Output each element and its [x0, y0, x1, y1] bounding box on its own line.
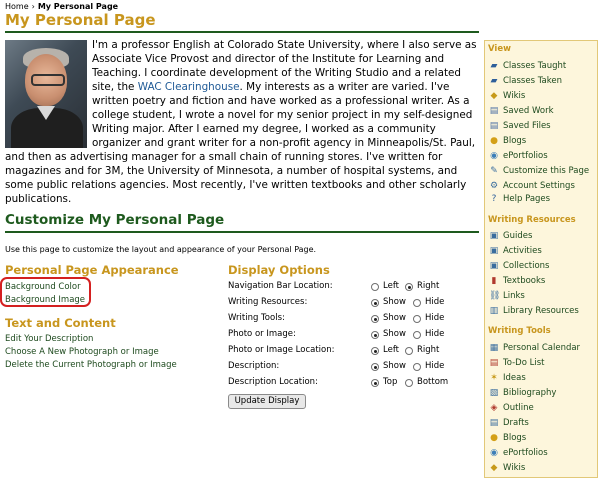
library-icon: ▥	[489, 306, 499, 316]
customize-divider	[5, 231, 479, 233]
writing-resources-hide-label: Hide	[425, 297, 445, 307]
photo-hide-radio[interactable]	[413, 331, 421, 339]
nav-right-radio[interactable]	[405, 283, 413, 291]
description-hide-radio[interactable]	[413, 363, 421, 371]
activity-icon: ▣	[489, 246, 499, 256]
description-top-radio[interactable]	[371, 379, 379, 387]
description-hide-label: Hide	[425, 361, 445, 371]
description-show-label: Show	[383, 361, 406, 371]
class-icon: ▰	[490, 61, 498, 71]
writing-tools-show-label: Show	[383, 313, 406, 323]
draft-icon: ▤	[489, 418, 499, 428]
nav-bar-location-label: Navigation Bar Location:	[228, 281, 333, 291]
nav-left-label: Left	[383, 281, 399, 291]
update-display-button[interactable]: Update Display	[228, 394, 306, 409]
photo-left-radio[interactable]	[371, 347, 379, 355]
writing-resources-label: Writing Resources:	[228, 297, 308, 307]
sidebar-heading-writing-resources: Writing Resources	[488, 215, 576, 225]
writing-tools-label: Writing Tools:	[228, 313, 285, 323]
textbook-icon: ▮	[491, 276, 497, 286]
writing-resources-show-radio[interactable]	[371, 299, 379, 307]
saved-files-icon: ▤	[489, 121, 499, 131]
description-bottom-radio[interactable]	[405, 379, 413, 387]
choose-photo-link[interactable]: Choose A New Photograph or Image	[5, 347, 159, 358]
wiki-icon: ◆	[490, 91, 498, 101]
writing-tools-hide-radio[interactable]	[413, 315, 421, 323]
title-divider	[5, 31, 479, 33]
nav-left-radio[interactable]	[371, 283, 379, 291]
blog-icon: ●	[490, 136, 498, 146]
highlight-annotation	[0, 277, 91, 307]
bibliography-icon: ▧	[489, 388, 499, 398]
photo-hide-label: Hide	[425, 329, 445, 339]
eportfolio-icon: ◉	[490, 448, 498, 458]
help-icon: ?	[491, 194, 497, 204]
outline-icon: ◈	[490, 403, 498, 413]
description-location-label: Description Location:	[228, 377, 318, 387]
nav-right-label: Right	[417, 281, 440, 291]
delete-photo-link[interactable]: Delete the Current Photograph or Image	[5, 360, 177, 371]
display-options-heading: Display Options	[228, 263, 330, 277]
todo-icon: ▤	[489, 358, 499, 368]
wiki-icon: ◆	[490, 463, 498, 473]
description-label: Description:	[228, 361, 280, 371]
customize-icon: ✎	[490, 166, 498, 176]
link-icon: ⛓	[489, 291, 501, 301]
settings-icon: ⚙	[489, 181, 499, 191]
page-title: My Personal Page	[5, 11, 156, 29]
sidebar-heading-writing-tools: Writing Tools	[488, 326, 551, 336]
photo-show-label: Show	[383, 329, 406, 339]
collection-icon: ▣	[489, 261, 499, 271]
description-bottom-label: Bottom	[417, 377, 449, 387]
writing-resources-show-label: Show	[383, 297, 406, 307]
class-icon: ▰	[490, 76, 498, 86]
photo-right-label: Right	[417, 345, 440, 355]
idea-icon: ✶	[490, 373, 498, 383]
wac-clearinghouse-link[interactable]: WAC Clearinghouse	[138, 81, 240, 93]
writing-resources-hide-radio[interactable]	[413, 299, 421, 307]
content-heading: Text and Content	[5, 316, 116, 330]
eportfolio-icon: ◉	[490, 151, 498, 161]
photo-location-label: Photo or Image Location:	[228, 345, 335, 355]
guide-icon: ▣	[489, 231, 499, 241]
calendar-icon: ▦	[489, 343, 499, 353]
description-show-radio[interactable]	[371, 363, 379, 371]
photo-left-label: Left	[383, 345, 399, 355]
customize-title: Customize My Personal Page	[5, 212, 225, 228]
edit-description-link[interactable]: Edit Your Description	[5, 334, 93, 345]
sidebar-heading-view: View	[488, 44, 511, 54]
bio-description: I'm a professor English at Colorado Stat…	[5, 38, 479, 206]
photo-right-radio[interactable]	[405, 347, 413, 355]
photo-show-radio[interactable]	[371, 331, 379, 339]
blog-icon: ●	[490, 433, 498, 443]
customize-intro: Use this page to customize the layout an…	[5, 245, 317, 254]
writing-tools-hide-label: Hide	[425, 313, 445, 323]
saved-work-icon: ▤	[489, 106, 499, 116]
photo-image-label: Photo or Image:	[228, 329, 296, 339]
writing-tools-show-radio[interactable]	[371, 315, 379, 323]
appearance-heading: Personal Page Appearance	[5, 263, 179, 277]
description-top-label: Top	[383, 377, 398, 387]
